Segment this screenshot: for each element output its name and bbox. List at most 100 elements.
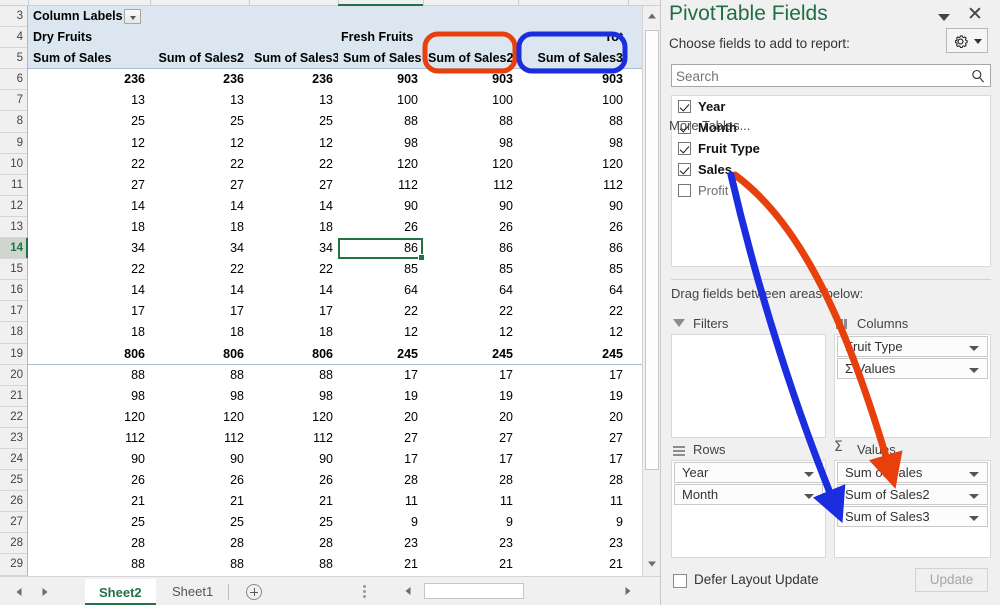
close-icon[interactable]: ✕	[964, 4, 986, 26]
cell-r20-c0[interactable]: 88	[28, 365, 150, 386]
next-sheet-icon[interactable]	[34, 582, 56, 602]
cell-r27-c4[interactable]: 9	[423, 512, 518, 533]
update-button[interactable]: Update	[915, 568, 988, 592]
cell-r22-c5[interactable]: 20	[518, 407, 628, 428]
more-tables-link[interactable]: More Tables...	[669, 118, 750, 133]
cell-r24-c2[interactable]: 90	[249, 449, 338, 470]
worksheet-grid[interactable]: 3 4 5 6 7 8 9 10 11 12 13 14 15 16 17 18 19 20 21 22 23 24 25 2…	[0, 0, 660, 605]
cell-r21-c5[interactable]: 19	[518, 386, 628, 407]
row-group-headers[interactable]: Dry Fruits Fresh Fruits Tot	[28, 27, 642, 49]
cell-r13-c5[interactable]: 26	[518, 217, 628, 238]
pill-dropdown-icon[interactable]	[969, 516, 979, 521]
chevron-down-icon[interactable]	[934, 8, 954, 26]
row-header-25[interactable]: 25	[0, 470, 27, 492]
data-row-24[interactable]: 90 90 90 17 17 17	[28, 449, 642, 470]
row-header-3[interactable]: 3	[0, 6, 27, 28]
add-sheet-icon[interactable]	[246, 584, 262, 600]
data-row-29[interactable]: 88 88 88 21 21 21	[28, 554, 642, 575]
cell-r22-c2[interactable]: 120	[249, 407, 338, 428]
cell-r11-c1[interactable]: 27	[150, 175, 249, 196]
cell-r24-c4[interactable]: 17	[423, 449, 518, 470]
cell-r13-c3[interactable]: 26	[338, 217, 423, 238]
cell-r7-c3[interactable]: 100	[338, 90, 423, 111]
vertical-scrollbar[interactable]	[642, 6, 660, 576]
group-header-fresh-fruits[interactable]: Fresh Fruits	[336, 27, 456, 48]
values-field-pill-2[interactable]: Sum of Sales3	[837, 506, 988, 527]
row-header-29[interactable]: 29	[0, 554, 27, 576]
data-row-26[interactable]: 21 21 21 11 11 11	[28, 491, 642, 512]
cell-r26-c0[interactable]: 21	[28, 491, 150, 512]
checkbox-sales[interactable]	[678, 163, 691, 176]
scroll-down-button[interactable]	[645, 556, 659, 572]
cell-r28-c1[interactable]: 28	[150, 533, 249, 554]
cell-r20-c3[interactable]: 17	[338, 365, 423, 386]
cell-r10-c2[interactable]: 22	[249, 154, 338, 175]
cell-r27-c0[interactable]: 25	[28, 512, 150, 533]
cell-r24-c0[interactable]: 90	[28, 449, 150, 470]
row-header-15[interactable]: 15	[0, 259, 27, 281]
cell-r28-c4[interactable]: 23	[423, 533, 518, 554]
cell-r19-c4[interactable]: 245	[423, 344, 518, 365]
cell-r19-c5[interactable]: 245	[518, 344, 628, 365]
field-item-sales[interactable]: Sales	[672, 159, 990, 180]
search-input[interactable]	[676, 67, 956, 86]
cell-r16-c5[interactable]: 64	[518, 280, 628, 301]
data-row-23[interactable]: 112 112 112 27 27 27	[28, 428, 642, 449]
cell-r18-c0[interactable]: 18	[28, 322, 150, 343]
cell-r29-c0[interactable]: 88	[28, 554, 150, 575]
group-header-total[interactable]: Tot	[573, 27, 628, 48]
cell-r29-c3[interactable]: 21	[338, 554, 423, 575]
cell-r17-c5[interactable]: 22	[518, 301, 628, 322]
cell-r15-c0[interactable]: 22	[28, 259, 150, 280]
row-header-11[interactable]: 11	[0, 174, 27, 196]
tab-overflow-dots[interactable]	[363, 585, 366, 599]
data-row-9[interactable]: 12 12 12 98 98 98	[28, 133, 642, 154]
cell-r18-c4[interactable]: 12	[423, 322, 518, 343]
vertical-scroll-thumb[interactable]	[645, 30, 659, 470]
cell-r9-c2[interactable]: 12	[249, 133, 338, 154]
cell-r18-c1[interactable]: 18	[150, 322, 249, 343]
data-row-17[interactable]: 17 17 17 22 22 22	[28, 301, 642, 322]
cell-r8-c3[interactable]: 88	[338, 111, 423, 132]
horizontal-scrollbar[interactable]	[400, 582, 655, 600]
cell-r29-c4[interactable]: 21	[423, 554, 518, 575]
cell-r22-c3[interactable]: 20	[338, 407, 423, 428]
cell-r23-c3[interactable]: 27	[338, 428, 423, 449]
row-header-4[interactable]: 4	[0, 27, 27, 49]
defer-layout-update-checkbox[interactable]	[673, 574, 687, 588]
data-row-28[interactable]: 28 28 28 23 23 23	[28, 533, 642, 554]
cell-r8-c5[interactable]: 88	[518, 111, 628, 132]
cell-r7-c1[interactable]: 13	[150, 90, 249, 111]
cell-r12-c2[interactable]: 14	[249, 196, 338, 217]
row-header-27[interactable]: 27	[0, 512, 27, 534]
data-row-12[interactable]: 14 14 14 90 90 90	[28, 196, 642, 217]
cell-r11-c3[interactable]: 112	[338, 175, 423, 196]
cell-r29-c2[interactable]: 88	[249, 554, 338, 575]
cell-r27-c5[interactable]: 9	[518, 512, 628, 533]
cell-r7-c0[interactable]: 13	[28, 90, 150, 111]
cell-r22-c0[interactable]: 120	[28, 407, 150, 428]
cell-r25-c5[interactable]: 28	[518, 470, 628, 491]
cell-r17-c4[interactable]: 22	[423, 301, 518, 322]
cell-r8-c1[interactable]: 25	[150, 111, 249, 132]
row-header-22[interactable]: 22	[0, 406, 27, 428]
data-row-19[interactable]: 806 806 806 245 245 245	[28, 344, 642, 365]
cell-r21-c1[interactable]: 98	[150, 386, 249, 407]
column-labels-filter-icon[interactable]	[124, 9, 141, 24]
cell-r26-c4[interactable]: 11	[423, 491, 518, 512]
gear-icon[interactable]	[946, 28, 988, 53]
cell-r12-c4[interactable]: 90	[423, 196, 518, 217]
cell-r8-c4[interactable]: 88	[423, 111, 518, 132]
cell-r15-c4[interactable]: 85	[423, 259, 518, 280]
cell-r10-c4[interactable]: 120	[423, 154, 518, 175]
row-header-5[interactable]: 5	[0, 48, 27, 70]
cell-r21-c4[interactable]: 19	[423, 386, 518, 407]
cell-r21-c2[interactable]: 98	[249, 386, 338, 407]
cell-r6-c0[interactable]: 236	[28, 69, 150, 90]
cell-r8-c0[interactable]: 25	[28, 111, 150, 132]
cell-r26-c3[interactable]: 11	[338, 491, 423, 512]
field-item-fruit-type[interactable]: Fruit Type	[672, 138, 990, 159]
cell-r27-c3[interactable]: 9	[338, 512, 423, 533]
cell-r8-c2[interactable]: 25	[249, 111, 338, 132]
filters-drop-area[interactable]	[671, 334, 826, 438]
